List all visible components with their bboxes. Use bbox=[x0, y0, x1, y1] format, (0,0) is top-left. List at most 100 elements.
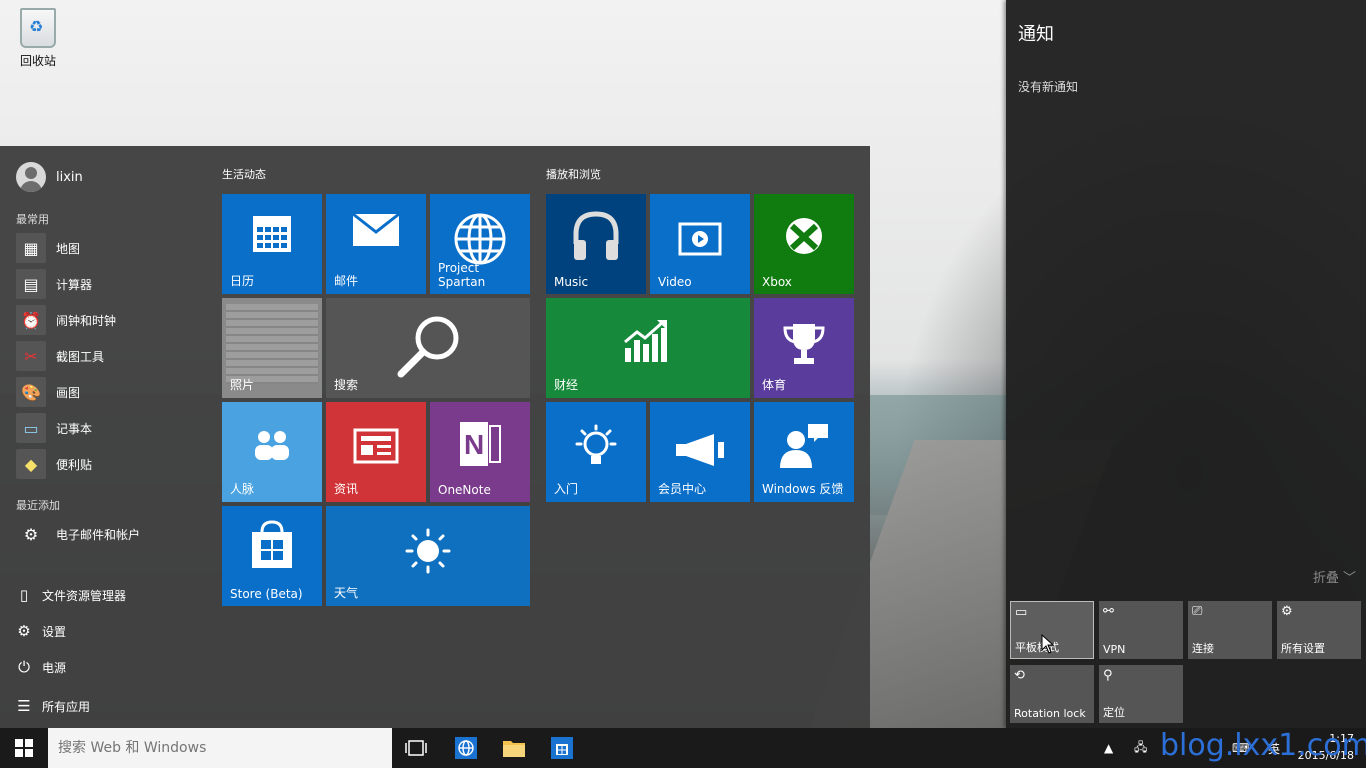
file-explorer-link[interactable]: ▯ 文件资源管理器 bbox=[16, 586, 126, 604]
tile-people[interactable]: 人脉 bbox=[222, 402, 322, 502]
all-apps-label: 所有应用 bbox=[42, 699, 91, 714]
task-view-icon bbox=[405, 740, 427, 756]
user-account[interactable]: lixin bbox=[16, 162, 83, 192]
tile-photos[interactable]: 照片 bbox=[222, 298, 322, 398]
watermark-text: blog.lxx1.com bbox=[1160, 728, 1366, 763]
quick-action-label: 连接 bbox=[1192, 642, 1214, 655]
tile-label: 人脉 bbox=[230, 482, 255, 496]
tile-news[interactable]: 资讯 bbox=[326, 402, 426, 502]
collapse-button[interactable]: 折叠 ﹀ bbox=[1313, 567, 1356, 586]
megaphone-icon bbox=[650, 432, 750, 472]
avatar bbox=[16, 162, 46, 192]
news-icon bbox=[326, 428, 426, 468]
video-icon bbox=[650, 222, 750, 262]
tile-search[interactable]: 搜索 bbox=[326, 298, 530, 398]
user-name: lixin bbox=[56, 169, 83, 185]
tile-music[interactable]: Music bbox=[546, 194, 646, 294]
start-menu: lixin 最常用 ▦ 地图 ▤ 计算器 ⏰ 闹钟和时钟 ✂ 截图工具 🎨 画图… bbox=[0, 146, 870, 728]
app-maps[interactable]: ▦ 地图 bbox=[16, 233, 80, 263]
search-input[interactable] bbox=[48, 728, 394, 768]
start-button[interactable] bbox=[0, 728, 48, 768]
power-button[interactable]: ⏻ 电源 bbox=[16, 658, 66, 676]
network-status[interactable]: 🖧 bbox=[1134, 728, 1147, 768]
all-apps-link[interactable]: ☰ 所有应用 bbox=[16, 697, 90, 715]
app-notepad[interactable]: ▭ 记事本 bbox=[16, 413, 92, 443]
app-snipping-tool[interactable]: ✂ 截图工具 bbox=[16, 341, 104, 371]
tile-sports[interactable]: 体育 bbox=[754, 298, 854, 398]
app-label: 画图 bbox=[56, 385, 81, 400]
group-play-heading: 播放和浏览 bbox=[546, 168, 601, 181]
quick-action-rotation-lock[interactable]: ⟲ Rotation lock bbox=[1010, 665, 1094, 723]
tile-calendar[interactable]: 日历 bbox=[222, 194, 322, 294]
tile-label: OneNote bbox=[438, 483, 491, 497]
rotation-lock-icon: ⟲ bbox=[1014, 668, 1025, 683]
tile-label: 邮件 bbox=[334, 274, 359, 288]
map-icon: ▦ bbox=[16, 233, 46, 263]
quick-action-all-settings[interactable]: ⚙ 所有设置 bbox=[1277, 601, 1361, 659]
search-icon bbox=[326, 314, 530, 384]
app-label: 闹钟和时钟 bbox=[56, 313, 117, 328]
app-mail-accounts[interactable]: ⚙ 电子邮件和帐户 bbox=[16, 519, 140, 549]
action-center: 通知 没有新通知 折叠 ﹀ ▭ 平板模式 ⚯ VPN ⎚ 连接 ⚙ 所有设置 ⟲… bbox=[1006, 0, 1366, 728]
tile-label: Project Spartan bbox=[438, 261, 486, 289]
show-hidden-icons-button[interactable]: ▲ bbox=[1104, 728, 1113, 768]
tile-label: 资讯 bbox=[334, 482, 359, 496]
taskbar-file-explorer-button[interactable] bbox=[490, 728, 538, 768]
app-paint[interactable]: 🎨 画图 bbox=[16, 377, 80, 407]
tile-video[interactable]: Video bbox=[650, 194, 750, 294]
settings-label: 设置 bbox=[42, 624, 67, 639]
app-label: 截图工具 bbox=[56, 349, 105, 364]
notifications-title: 通知 bbox=[1018, 24, 1054, 45]
folder-icon bbox=[503, 741, 525, 757]
file-explorer-label: 文件资源管理器 bbox=[42, 588, 127, 603]
app-label: 地图 bbox=[56, 241, 81, 256]
tile-project-spartan[interactable]: Project Spartan bbox=[430, 194, 530, 294]
quick-action-connect[interactable]: ⎚ 连接 bbox=[1188, 601, 1272, 659]
settings-link[interactable]: ⚙ 设置 bbox=[16, 622, 66, 640]
tile-label: Store (Beta) bbox=[230, 587, 303, 601]
headphones-icon bbox=[546, 208, 646, 268]
task-view-button[interactable] bbox=[392, 728, 440, 768]
mouse-cursor-icon bbox=[1041, 634, 1055, 654]
tile-get-started[interactable]: 入门 bbox=[546, 402, 646, 502]
tile-weather[interactable]: 天气 bbox=[326, 506, 530, 606]
tablet-mode-icon: ▭ bbox=[1015, 605, 1028, 620]
tile-mail[interactable]: 邮件 bbox=[326, 194, 426, 294]
recycle-bin-icon bbox=[20, 8, 56, 48]
quick-action-location[interactable]: ⚲ 定位 bbox=[1099, 665, 1183, 723]
settings-icon: ⚙ bbox=[1281, 604, 1293, 619]
power-icon: ⏻ bbox=[18, 658, 30, 676]
quick-action-vpn[interactable]: ⚯ VPN bbox=[1099, 601, 1183, 659]
gear-icon: ⚙ bbox=[17, 622, 31, 640]
app-label: 便利贴 bbox=[56, 457, 93, 472]
tile-label: 财经 bbox=[554, 378, 579, 392]
app-alarms[interactable]: ⏰ 闹钟和时钟 bbox=[16, 305, 116, 335]
tile-insider-hub[interactable]: 会员中心 bbox=[650, 402, 750, 502]
taskbar-store-button[interactable] bbox=[538, 728, 586, 768]
search-box[interactable] bbox=[48, 728, 394, 768]
chevron-down-icon: ﹀ bbox=[1342, 571, 1356, 586]
taskbar-spartan-button[interactable] bbox=[442, 728, 490, 768]
app-calculator[interactable]: ▤ 计算器 bbox=[16, 269, 92, 299]
windows-logo-icon bbox=[15, 739, 33, 757]
recycle-bin-shortcut[interactable]: 回收站 bbox=[10, 8, 66, 69]
tile-store[interactable]: Store (Beta) bbox=[222, 506, 322, 606]
vpn-icon: ⚯ bbox=[1103, 604, 1114, 619]
tile-windows-feedback[interactable]: Windows 反馈 bbox=[754, 402, 854, 502]
app-sticky-notes[interactable]: ◆ 便利贴 bbox=[16, 449, 92, 479]
tile-label: Video bbox=[658, 275, 692, 289]
quick-action-label: 所有设置 bbox=[1281, 642, 1325, 655]
collapse-label: 折叠 bbox=[1312, 571, 1339, 586]
connect-icon: ⎚ bbox=[1192, 604, 1203, 619]
tile-finance[interactable]: 财经 bbox=[546, 298, 750, 398]
folder-icon: ▯ bbox=[19, 586, 29, 604]
group-life-heading: 生活动态 bbox=[222, 168, 266, 181]
trophy-icon bbox=[754, 320, 854, 370]
feedback-icon bbox=[754, 422, 854, 474]
tile-label: 体育 bbox=[762, 378, 787, 392]
store-icon bbox=[222, 518, 322, 574]
network-icon: 🖧 bbox=[1134, 739, 1148, 754]
tile-onenote[interactable]: N OneNote bbox=[430, 402, 530, 502]
chart-icon bbox=[546, 318, 750, 368]
tile-xbox[interactable]: Xbox bbox=[754, 194, 854, 294]
